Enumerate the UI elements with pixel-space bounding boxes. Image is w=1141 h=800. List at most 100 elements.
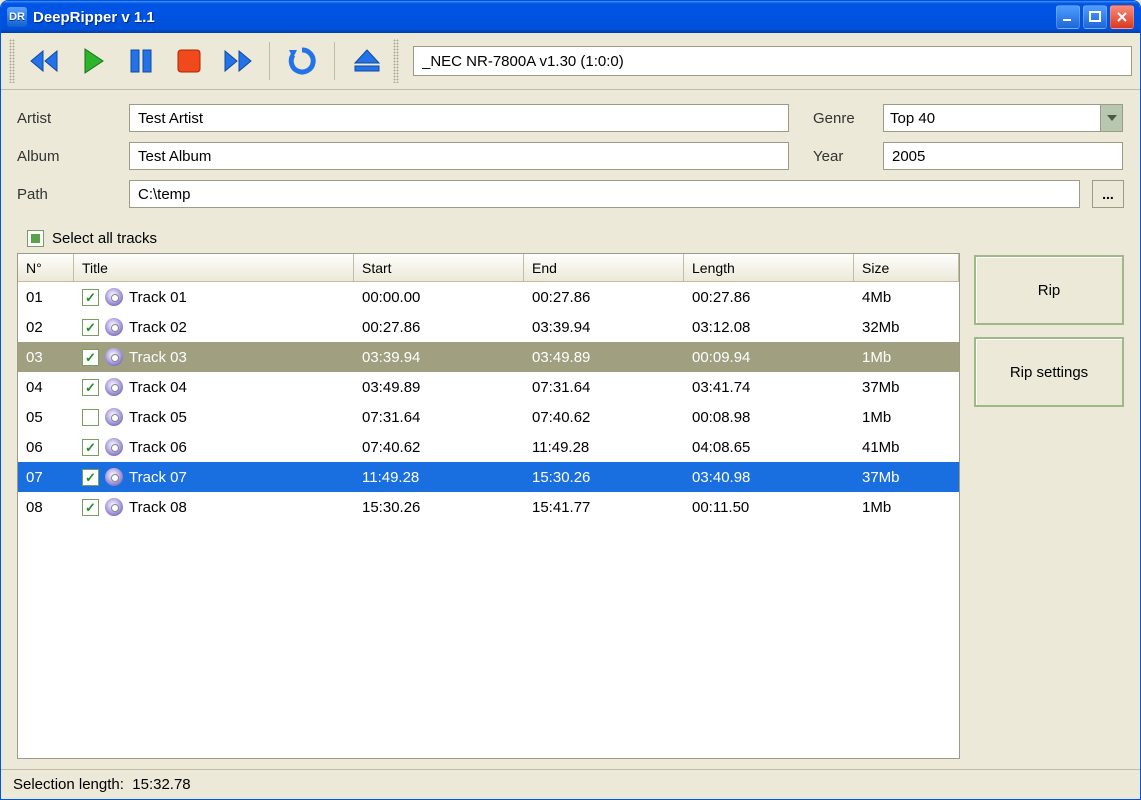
album-input[interactable] (129, 142, 789, 170)
titlebar[interactable]: DR DeepRipper v 1.1 (1, 1, 1140, 33)
path-label: Path (17, 186, 117, 203)
table-row[interactable]: 05Track 0507:31.6407:40.6200:08.981Mb (18, 402, 959, 432)
cell-end: 03:49.89 (524, 342, 684, 372)
cell-length: 00:09.94 (684, 342, 854, 372)
cd-icon (105, 378, 123, 396)
cell-title: ✓ Track 02 (74, 312, 354, 342)
year-input[interactable] (883, 142, 1123, 170)
track-checkbox[interactable]: ✓ (82, 439, 99, 456)
path-input[interactable] (129, 180, 1080, 208)
genre-select[interactable]: Top 40 (883, 104, 1123, 132)
select-all-label: Select all tracks (52, 230, 157, 247)
artist-input[interactable] (129, 104, 789, 132)
cell-end: 11:49.28 (524, 432, 684, 462)
cell-title: ✓ Track 01 (74, 282, 354, 312)
select-all-checkbox[interactable] (27, 230, 44, 247)
browse-button[interactable]: ... (1092, 180, 1124, 208)
toolbar (1, 33, 1140, 90)
eject-button[interactable] (345, 39, 389, 83)
toolbar-grip (393, 39, 399, 83)
cell-no: 04 (18, 372, 74, 402)
track-checkbox[interactable]: ✓ (82, 469, 99, 486)
rip-settings-button[interactable]: Rip settings (974, 337, 1124, 407)
track-title: Track 01 (129, 289, 187, 306)
prev-button[interactable] (23, 39, 67, 83)
table-row[interactable]: 02✓Track 0200:27.8603:39.9403:12.0832Mb (18, 312, 959, 342)
cell-start: 11:49.28 (354, 462, 524, 492)
form-area: Artist Genre Top 40 Album Year Path (1, 90, 1140, 224)
cd-icon (105, 438, 123, 456)
table-row[interactable]: 08✓Track 0815:30.2615:41.7700:11.501Mb (18, 492, 959, 522)
col-no[interactable]: N° (18, 254, 74, 281)
track-checkbox[interactable]: ✓ (82, 319, 99, 336)
track-checkbox[interactable]: ✓ (82, 499, 99, 516)
cell-end: 07:31.64 (524, 372, 684, 402)
track-checkbox[interactable] (82, 409, 99, 426)
artist-label: Artist (17, 110, 117, 127)
table-row[interactable]: 06✓Track 0607:40.6211:49.2804:08.6541Mb (18, 432, 959, 462)
cell-no: 01 (18, 282, 74, 312)
titlebar-text: DeepRipper v 1.1 (33, 9, 1056, 26)
rip-button[interactable]: Rip (974, 255, 1124, 325)
col-length[interactable]: Length (684, 254, 854, 281)
cell-start: 00:27.86 (354, 312, 524, 342)
maximize-button[interactable] (1083, 5, 1107, 29)
col-start[interactable]: Start (354, 254, 524, 281)
toolbar-separator (269, 42, 270, 80)
app-window: DR DeepRipper v 1.1 (0, 0, 1141, 800)
table-row[interactable]: 03✓Track 0303:39.9403:49.8900:09.941Mb (18, 342, 959, 372)
cell-end: 00:27.86 (524, 282, 684, 312)
table-body: 01✓Track 0100:00.0000:27.8600:27.864Mb02… (18, 282, 959, 758)
cell-size: 41Mb (854, 432, 959, 462)
close-button[interactable] (1110, 5, 1134, 29)
album-label: Album (17, 148, 117, 165)
stop-button[interactable] (167, 39, 211, 83)
toolbar-separator (334, 42, 335, 80)
track-title: Track 06 (129, 439, 187, 456)
drive-input[interactable] (413, 46, 1132, 76)
track-title: Track 07 (129, 469, 187, 486)
refresh-button[interactable] (280, 39, 324, 83)
cell-size: 32Mb (854, 312, 959, 342)
pause-button[interactable] (119, 39, 163, 83)
col-end[interactable]: End (524, 254, 684, 281)
cell-start: 15:30.26 (354, 492, 524, 522)
track-checkbox[interactable]: ✓ (82, 289, 99, 306)
cell-no: 08 (18, 492, 74, 522)
cell-length: 00:11.50 (684, 492, 854, 522)
cell-end: 15:30.26 (524, 462, 684, 492)
cell-length: 00:08.98 (684, 402, 854, 432)
cell-start: 00:00.00 (354, 282, 524, 312)
cell-size: 1Mb (854, 402, 959, 432)
col-size[interactable]: Size (854, 254, 959, 281)
track-checkbox[interactable]: ✓ (82, 379, 99, 396)
toolbar-grip (9, 39, 15, 83)
cell-size: 1Mb (854, 492, 959, 522)
cell-size: 37Mb (854, 372, 959, 402)
cell-title: Track 05 (74, 402, 354, 432)
play-button[interactable] (71, 39, 115, 83)
genre-value: Top 40 (890, 110, 935, 127)
cell-no: 07 (18, 462, 74, 492)
status-value: 15:32.78 (132, 776, 190, 793)
cell-title: ✓ Track 03 (74, 342, 354, 372)
track-checkbox[interactable]: ✓ (82, 349, 99, 366)
chevron-down-icon[interactable] (1100, 105, 1122, 131)
track-table: N° Title Start End Length Size 01 ✓ Track … (17, 253, 960, 759)
table-row[interactable]: 07✓Track 0711:49.2815:30.2603:40.9837Mb (18, 462, 959, 492)
cd-icon (105, 498, 123, 516)
table-row[interactable]: 04✓Track 0403:49.8907:31.6403:41.7437Mb (18, 372, 959, 402)
main-area: Select all tracks N° Title Start End Len… (1, 224, 1140, 769)
table-row[interactable]: 01✓Track 0100:00.0000:27.8600:27.864Mb (18, 282, 959, 312)
track-title: Track 03 (129, 349, 187, 366)
cd-icon (105, 348, 123, 366)
cell-length: 00:27.86 (684, 282, 854, 312)
col-title[interactable]: Title (74, 254, 354, 281)
statusbar: Selection length: 15:32.78 (1, 769, 1140, 799)
next-button[interactable] (215, 39, 259, 83)
track-title: Track 02 (129, 319, 187, 336)
status-label: Selection length: (13, 776, 124, 793)
track-title: Track 04 (129, 379, 187, 396)
minimize-button[interactable] (1056, 5, 1080, 29)
cd-icon (105, 288, 123, 306)
